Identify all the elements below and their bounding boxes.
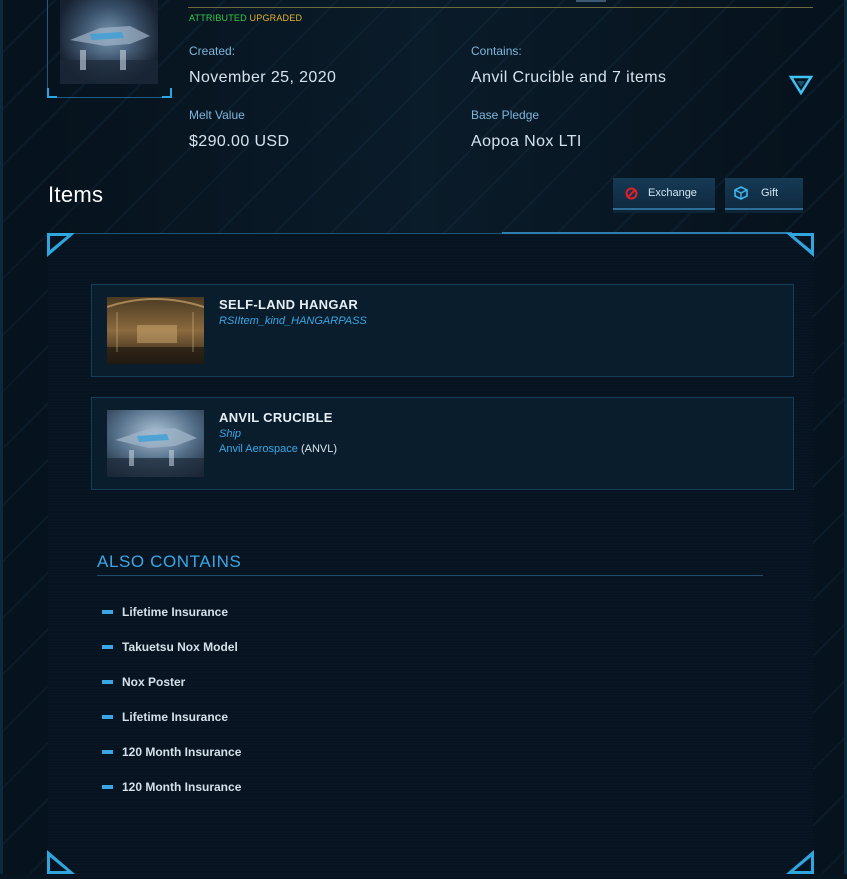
gift-button[interactable]: Gift: [725, 178, 803, 210]
status-upgraded: UPGRADED: [249, 13, 303, 23]
ship-image: [107, 410, 204, 477]
base-pledge-value: Aopoa Nox LTI: [471, 133, 582, 150]
panel-corner-tr: [786, 233, 814, 257]
manufacturer-code: (ANVL): [300, 443, 338, 455]
also-contains-heading: ALSO CONTAINS: [97, 552, 242, 571]
bullet-dash-icon: [102, 715, 113, 719]
also-contains-label: Takuetsu Nox Model: [122, 640, 238, 654]
also-contains-item: 120 Month Insurance: [102, 780, 241, 794]
item-manufacturer: Anvil Aerospace (ANVL): [219, 443, 337, 455]
prohibited-icon: [624, 186, 638, 200]
base-pledge-label: Base Pledge: [471, 108, 540, 122]
also-contains-item: Takuetsu Nox Model: [102, 640, 238, 654]
also-contains-label: 120 Month Insurance: [122, 745, 242, 759]
bullet-dash-icon: [102, 750, 113, 754]
item-card-crucible[interactable]: ANVIL CRUCIBLE Ship Anvil Aerospace (ANV…: [91, 397, 794, 490]
also-contains-item: 120 Month Insurance: [102, 745, 241, 759]
pledge-status: ATTRIBUTED UPGRADED: [189, 13, 302, 23]
bullet-dash-icon: [102, 645, 113, 649]
panel-corner-bl: [47, 850, 75, 874]
contains-label: Contains:: [471, 44, 522, 58]
hangar-image: [106, 297, 205, 364]
manufacturer-name[interactable]: Anvil Aerospace: [219, 443, 298, 455]
also-contains-divider: [97, 575, 763, 576]
also-contains-label: Lifetime Insurance: [122, 710, 229, 724]
items-panel: SELF-LAND HANGAR RSIItem_kind_HANGARPASS: [47, 232, 814, 879]
also-contains-label: Lifetime Insurance: [122, 605, 229, 619]
item-name: SELF-LAND HANGAR: [219, 297, 359, 312]
frame-corner: [162, 88, 172, 98]
exchange-button[interactable]: Exchange: [613, 178, 715, 210]
items-heading: Items: [48, 182, 104, 207]
contains-value: Anvil Crucible and 7 items: [471, 69, 667, 86]
also-contains-item: Lifetime Insurance: [102, 710, 228, 724]
pledge-thumbnail-frame: [47, 0, 172, 98]
bullet-dash-icon: [102, 785, 113, 789]
frame-corner: [47, 88, 57, 98]
panel-corner-tl: [47, 233, 75, 257]
exchange-label: Exchange: [648, 187, 697, 199]
ship-image: [60, 26, 158, 84]
also-contains-label: 120 Month Insurance: [122, 780, 242, 794]
header-divider: [188, 7, 813, 8]
panel-accent-line: [502, 232, 792, 234]
panel-corner-br: [786, 850, 814, 874]
created-value: November 25, 2020: [189, 69, 337, 86]
gift-box-icon: [734, 186, 748, 200]
also-contains-label: Nox Poster: [122, 675, 186, 689]
gift-label: Gift: [761, 187, 779, 199]
collapse-toggle-button[interactable]: [788, 73, 814, 97]
also-contains-item: Lifetime Insurance: [102, 605, 228, 619]
melt-value-label: Melt Value: [189, 108, 245, 122]
bullet-dash-icon: [102, 610, 113, 614]
item-kind: Ship: [219, 428, 242, 440]
item-kind: RSIItem_kind_HANGARPASS: [219, 315, 367, 327]
item-card-hangar[interactable]: SELF-LAND HANGAR RSIItem_kind_HANGARPASS: [91, 284, 794, 377]
pledge-thumbnail: [60, 0, 158, 84]
bullet-dash-icon: [102, 680, 113, 684]
left-edge: [0, 0, 3, 874]
created-label: Created:: [189, 44, 236, 58]
triangle-down-icon: [788, 75, 814, 96]
header-tab-marker: [576, 0, 606, 2]
also-contains-item: Nox Poster: [102, 675, 185, 689]
melt-value: $290.00 USD: [189, 133, 290, 150]
item-name: ANVIL CRUCIBLE: [219, 410, 333, 425]
status-attributed: ATTRIBUTED: [189, 13, 247, 23]
